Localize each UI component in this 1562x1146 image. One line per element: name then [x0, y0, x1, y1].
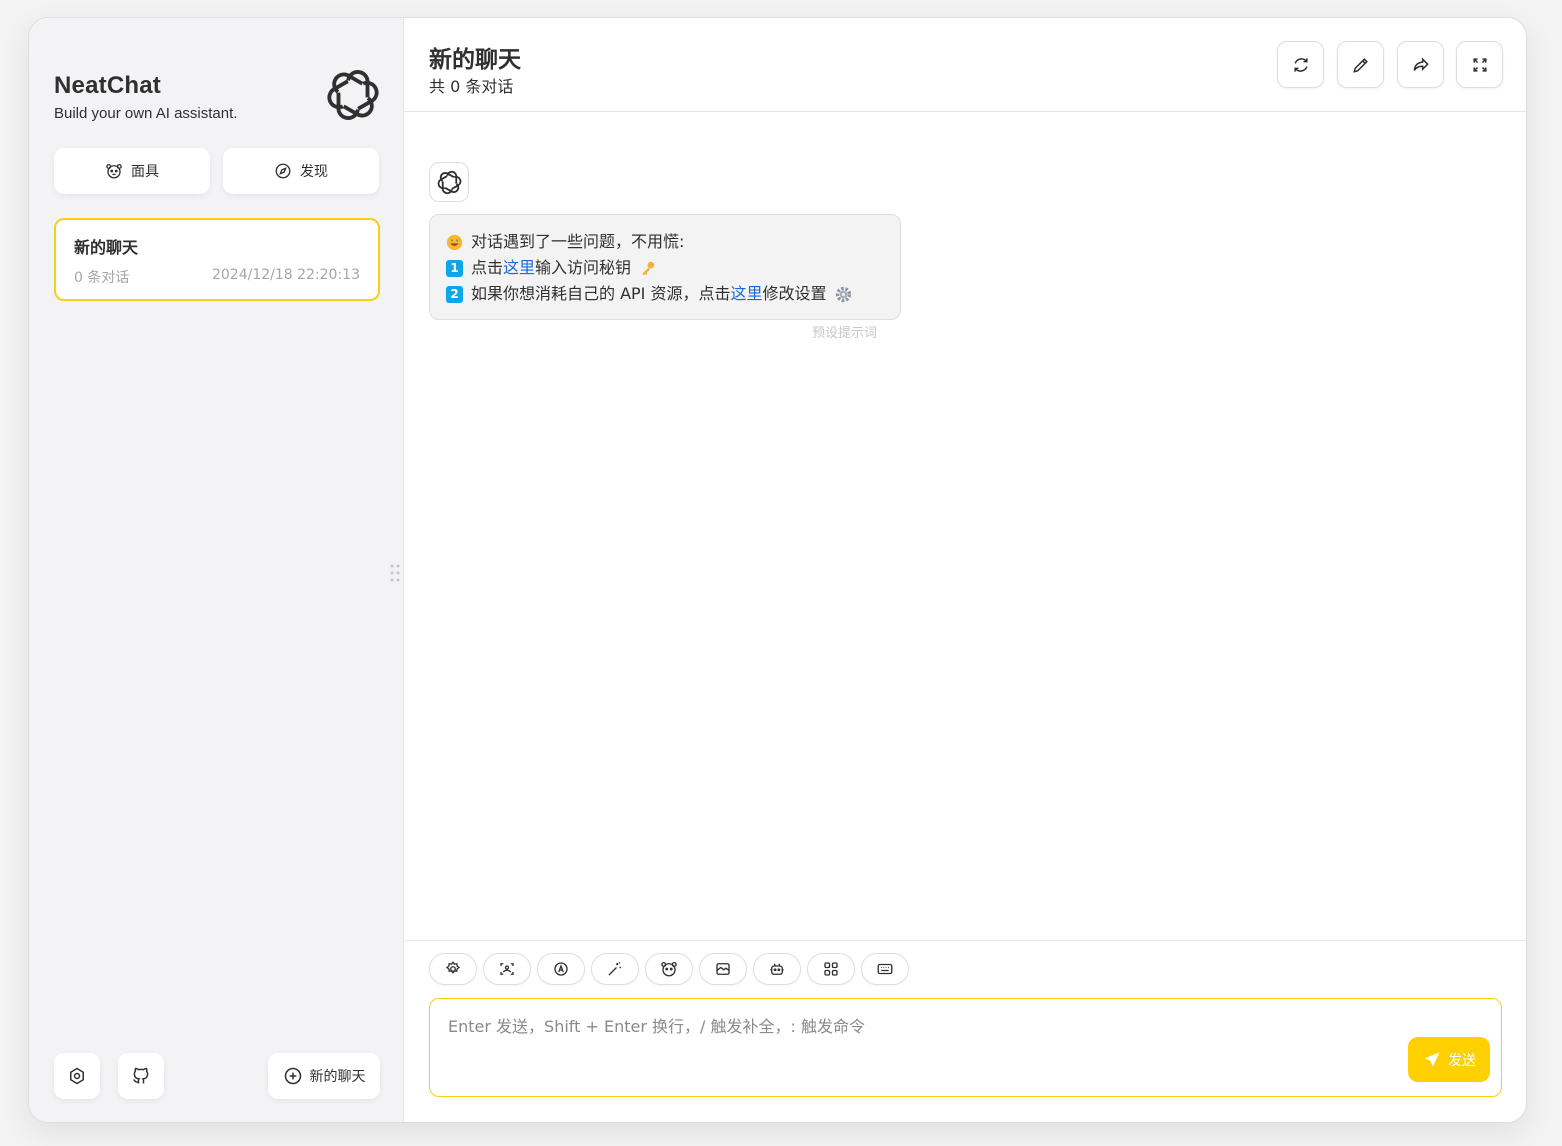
- new-chat-button[interactable]: 新的聊天: [268, 1053, 380, 1099]
- input-panel: 发送: [404, 940, 1526, 1122]
- fullscreen-button[interactable]: [1456, 41, 1503, 88]
- keyboard-icon: [877, 963, 893, 975]
- share-button[interactable]: [1397, 41, 1444, 88]
- sidebar-drag-handle[interactable]: [389, 563, 401, 583]
- robot-icon: [770, 963, 784, 975]
- chat-subtitle: 共 0 条对话: [429, 77, 514, 96]
- bot-message-bubble: 对话遇到了一些问题，不用慌: 1 点击 这里 输入访问秘钥 2 如果你想消耗自己…: [429, 214, 901, 320]
- plugin-tool[interactable]: [807, 953, 855, 985]
- github-icon: [133, 1067, 149, 1084]
- clear-context-icon: [716, 963, 730, 975]
- edit-icon: [1352, 57, 1368, 73]
- chat-settings-tool[interactable]: [429, 953, 477, 985]
- message-line-3-suffix: 修改设置: [762, 284, 827, 303]
- key-emoji-icon: [639, 260, 656, 277]
- discover-label: 发现: [300, 164, 328, 180]
- chat-header: 新的聊天 共 0 条对话: [404, 18, 1526, 112]
- github-button[interactable]: [118, 1053, 164, 1099]
- add-circle-icon: [284, 1067, 301, 1085]
- chat-list-item[interactable]: 新的聊天 0 条对话 2024/12/18 22:20:13: [54, 218, 380, 301]
- send-icon: [1424, 1052, 1440, 1067]
- send-button[interactable]: 发送: [1408, 1037, 1490, 1082]
- chat-toolbar: [429, 953, 909, 985]
- message-input[interactable]: [430, 999, 1501, 1096]
- mask-tool[interactable]: [645, 953, 693, 985]
- compass-icon: [275, 163, 291, 179]
- sidebar: NeatChat Build your own AI assistant. 面具: [29, 18, 404, 1122]
- share-icon: [1413, 56, 1429, 71]
- theme-tool[interactable]: [537, 953, 585, 985]
- message-line-2-prefix: 点击: [471, 258, 504, 277]
- auto-theme-icon: [554, 962, 568, 976]
- number-1-badge: 1: [446, 259, 463, 277]
- message-line-3-prefix: 如果你想消耗自己的 API 资源，点击: [471, 284, 731, 303]
- mask-button[interactable]: 面具: [54, 148, 210, 194]
- image-scan-icon: [500, 963, 514, 975]
- discover-button[interactable]: 发现: [223, 148, 379, 194]
- mask-icon: [106, 163, 122, 179]
- mask-label: 面具: [131, 164, 159, 180]
- chat-item-count: 0 条对话: [74, 270, 130, 286]
- clear-context-tool[interactable]: [699, 953, 747, 985]
- grid-icon: [824, 962, 838, 976]
- settings-icon: [445, 961, 461, 974]
- app-window: NeatChat Build your own AI assistant. 面具: [28, 17, 1527, 1123]
- refresh-button[interactable]: [1277, 41, 1324, 88]
- grin-emoji-icon: [446, 234, 463, 251]
- chat-item-time: 2024/12/18 22:20:13: [211, 267, 360, 283]
- settings-icon: [70, 1067, 84, 1085]
- number-2-badge: 2: [446, 285, 463, 303]
- edit-button[interactable]: [1337, 41, 1384, 88]
- chat-item-title: 新的聊天: [74, 238, 139, 257]
- settings-link[interactable]: 这里: [731, 281, 763, 307]
- message-input-box: 发送: [429, 998, 1502, 1097]
- preset-prompt-label: 预设提示词: [812, 326, 878, 341]
- chat-title[interactable]: 新的聊天: [429, 40, 521, 74]
- magic-wand-icon: [608, 962, 621, 976]
- mask-icon: [661, 961, 677, 977]
- message-line-1: 对话遇到了一些问题，不用慌:: [471, 232, 685, 251]
- openai-logo-icon: [437, 170, 461, 194]
- chat-main: 新的聊天 共 0 条对话 对话遇到了一些问题，不用慌: 1 点击 这里 输入访问…: [404, 18, 1526, 1122]
- new-chat-label: 新的聊天: [309, 1069, 366, 1085]
- message-line-2-suffix: 输入访问秘钥: [535, 258, 632, 277]
- openai-logo-icon: [327, 70, 379, 120]
- send-label: 发送: [1448, 1052, 1476, 1069]
- prompt-tool[interactable]: [591, 953, 639, 985]
- shortcut-tool[interactable]: [861, 953, 909, 985]
- fullscreen-icon: [1472, 57, 1487, 72]
- settings-button[interactable]: [54, 1053, 100, 1099]
- bot-avatar: [429, 162, 469, 202]
- refresh-icon: [1293, 57, 1308, 72]
- model-select-tool[interactable]: [753, 953, 801, 985]
- access-key-link[interactable]: 这里: [503, 255, 535, 281]
- brand-subtitle: Build your own AI assistant.: [54, 105, 238, 122]
- image-upload-tool[interactable]: [483, 953, 531, 985]
- brand-title: NeatChat: [54, 72, 161, 99]
- gear-emoji-icon: [835, 286, 852, 303]
